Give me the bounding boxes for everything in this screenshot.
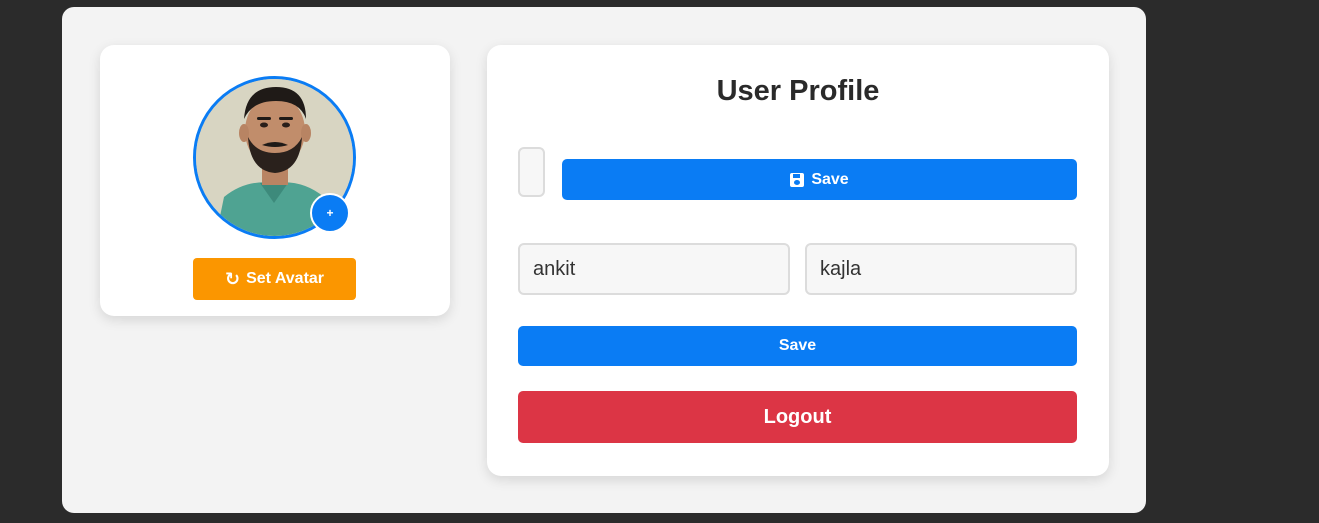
avatar-wrapper: + — [193, 76, 356, 239]
save-button[interactable]: Save — [518, 326, 1077, 366]
profile-card: User Profile Save ankit kajla Save Logou… — [487, 45, 1109, 476]
save-avatar-label: Save — [811, 170, 849, 188]
refresh-icon: ↻ — [224, 269, 241, 289]
first-name-input[interactable]: ankit — [518, 243, 790, 295]
logout-label: Logout — [763, 405, 832, 428]
logout-button[interactable]: Logout — [518, 391, 1077, 443]
avatar-add-button[interactable]: + — [310, 193, 350, 233]
set-avatar-label: Set Avatar — [246, 270, 325, 287]
set-avatar-button[interactable]: ↻ Set Avatar — [193, 258, 356, 300]
save-avatar-button[interactable]: Save — [562, 159, 1077, 200]
last-name-input[interactable]: kajla — [805, 243, 1077, 295]
profile-container: + ↻ Set Avatar User Profile Save ankit k… — [62, 7, 1146, 513]
plus-icon: + — [326, 206, 334, 220]
save-label: Save — [778, 337, 817, 354]
page-title: User Profile — [716, 75, 880, 107]
floppy-disk-icon — [790, 172, 805, 187]
avatar-card: + ↻ Set Avatar — [100, 45, 450, 316]
avatar-file-input[interactable] — [518, 147, 545, 197]
